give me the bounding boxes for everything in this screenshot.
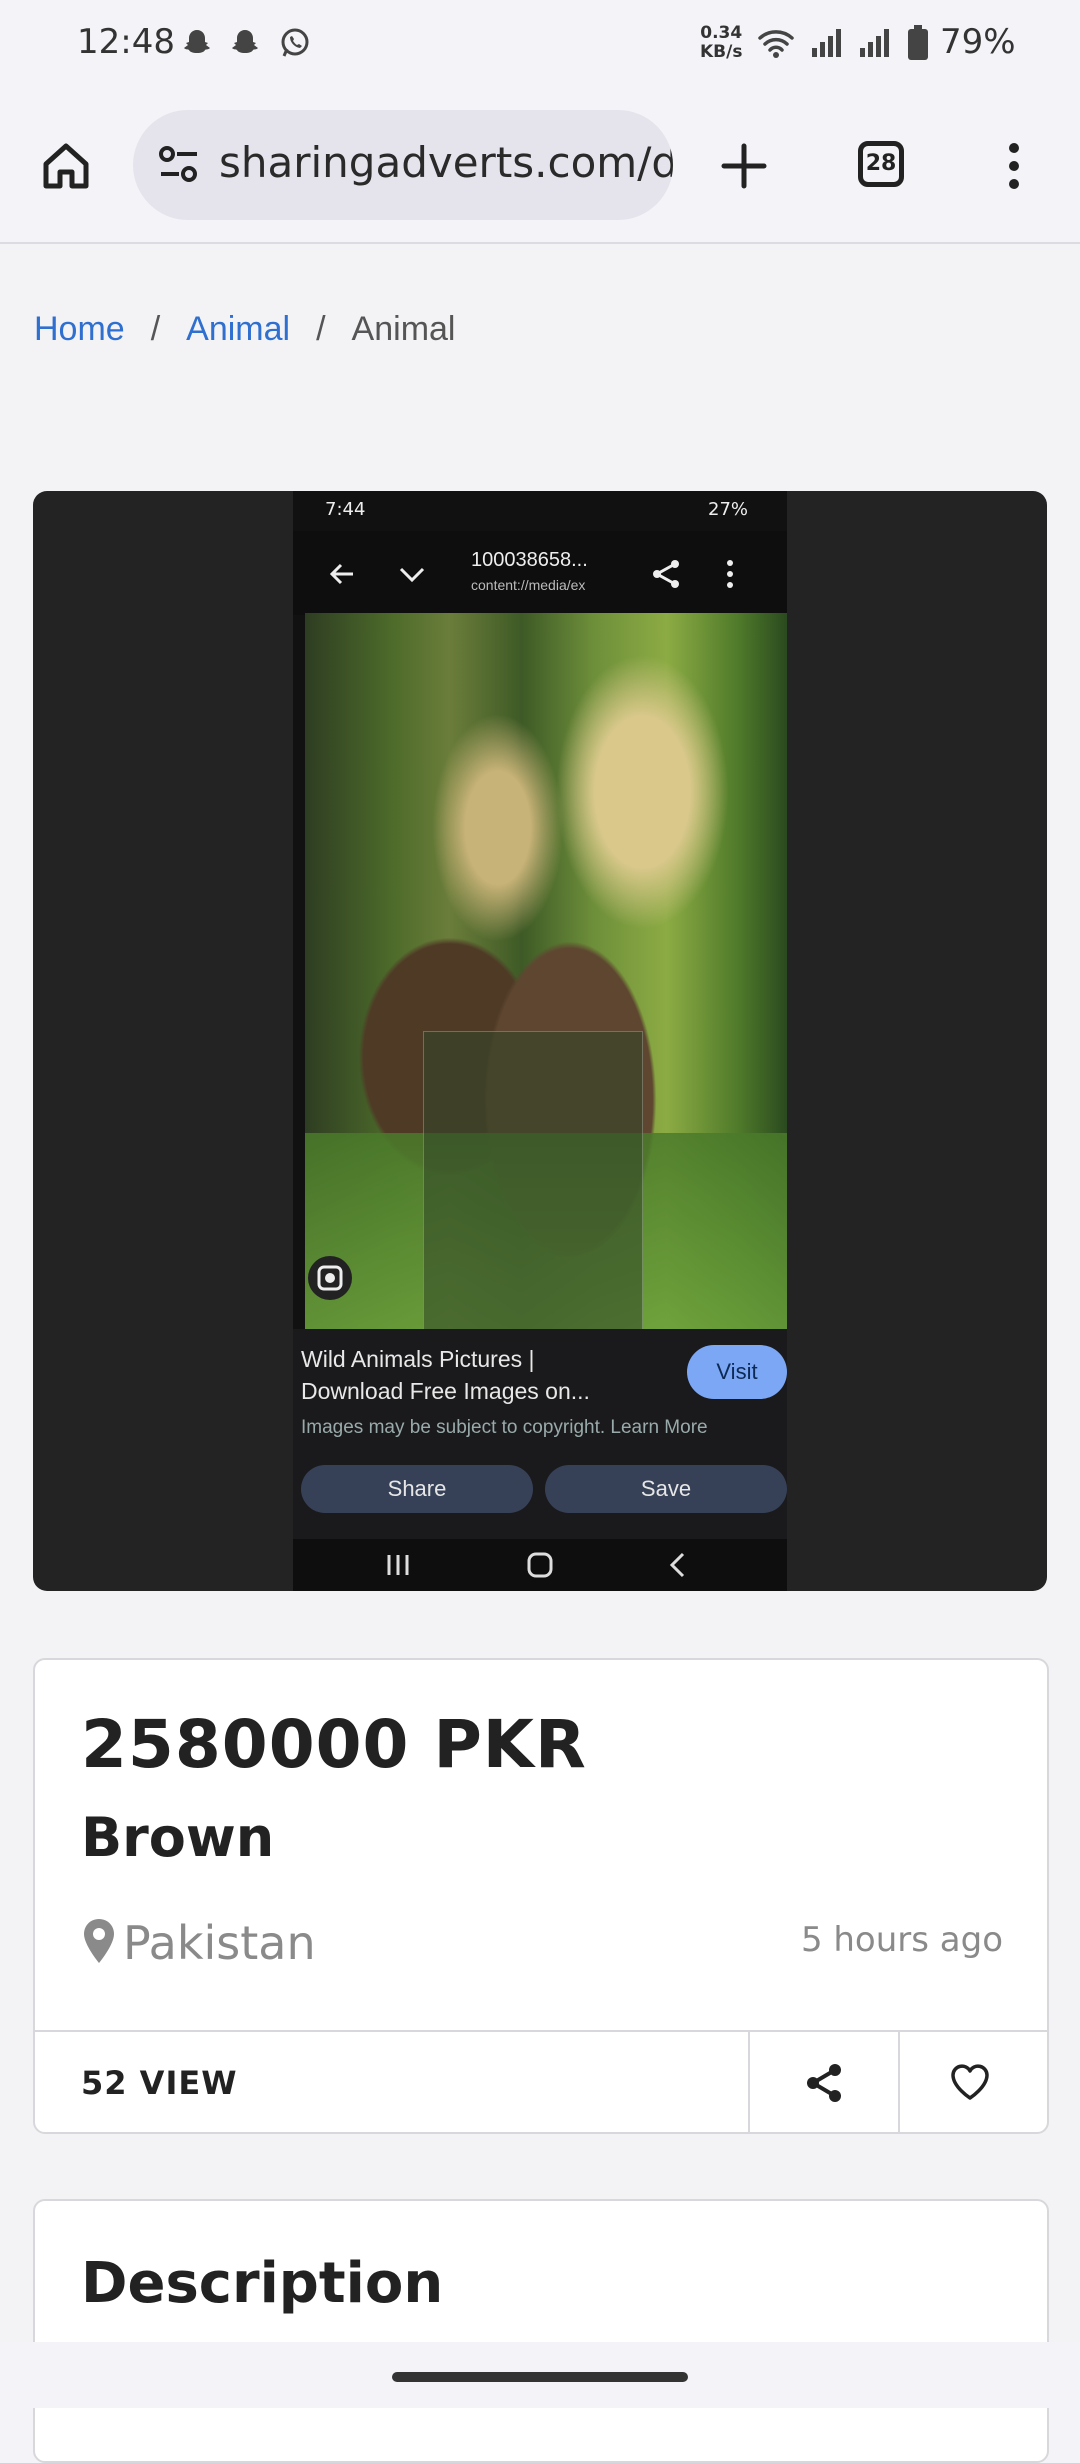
more-menu-icon	[727, 560, 733, 588]
network-speed: 0.34 KB/s	[700, 23, 743, 62]
description-heading: Description	[81, 2251, 444, 2316]
back-nav-icon	[669, 1552, 685, 1578]
home-nav-icon	[527, 1552, 553, 1578]
more-menu-icon[interactable]	[1000, 140, 1028, 192]
chevron-down-icon	[399, 567, 425, 583]
listing-price: 2580000 PKR	[81, 1706, 587, 1783]
posted-time: 5 hours ago	[800, 1920, 1003, 1960]
breadcrumb: Home / Animal / Animal	[34, 310, 455, 349]
visit-button: Visit	[687, 1345, 787, 1399]
description-card: Description	[33, 2199, 1049, 2463]
listing-image-panel[interactable]: 7:44 27% 100038658... content://media/ex…	[33, 491, 1047, 1591]
embedded-viewer-toolbar: 100038658... content://media/ex	[293, 531, 787, 615]
listing-image: 7:44 27% 100038658... content://media/ex…	[293, 491, 787, 1591]
battery-icon	[908, 25, 928, 60]
wifi-icon	[758, 30, 794, 58]
home-indicator[interactable]	[392, 2372, 688, 2382]
share-button: Share	[301, 1465, 533, 1513]
status-bar: 12:48 0.34 KB/s 79%	[0, 0, 1080, 90]
embedded-nav-bar	[293, 1539, 787, 1591]
breadcrumb-separator: /	[316, 310, 326, 348]
embedded-result-panel: Wild Animals Pictures | Download Free Im…	[293, 1329, 787, 1539]
breadcrumb-current: Animal	[351, 310, 456, 348]
address-bar[interactable]: sharingadverts.com/d	[133, 110, 673, 220]
snapchat-icon	[232, 30, 258, 53]
back-arrow-icon	[329, 563, 353, 585]
new-tab-icon[interactable]	[718, 140, 770, 192]
url-text: sharingadverts.com/d	[219, 138, 673, 187]
nested-screenshot	[423, 1031, 643, 1363]
home-icon[interactable]	[40, 140, 92, 192]
breadcrumb-separator: /	[150, 310, 161, 348]
breadcrumb-home-link[interactable]: Home	[34, 310, 125, 348]
listing-title: Brown	[81, 1806, 275, 1869]
signal-icon	[812, 29, 841, 57]
share-icon	[653, 560, 679, 588]
battery-percent: 79%	[940, 22, 1016, 62]
whatsapp-icon	[281, 28, 309, 57]
view-count: 52 VIEW	[81, 2064, 238, 2102]
embedded-status-bar: 7:44 27%	[325, 499, 749, 520]
heart-icon[interactable]	[949, 2062, 991, 2102]
site-settings-icon[interactable]	[157, 144, 201, 186]
lens-icon	[308, 1256, 352, 1300]
share-icon[interactable]	[803, 2062, 845, 2104]
listing-card: 2580000 PKR Brown Pakistan 5 hours ago 5…	[33, 1658, 1049, 2134]
breadcrumb-animal-link[interactable]: Animal	[186, 310, 290, 348]
tab-switcher-button[interactable]: 28	[858, 141, 904, 187]
signal-icon	[860, 29, 889, 57]
recents-icon	[387, 1555, 409, 1575]
save-button: Save	[545, 1465, 787, 1513]
snapchat-icon	[184, 30, 210, 53]
location-pin-icon	[84, 1919, 114, 1963]
status-time: 12:48	[77, 22, 175, 62]
listing-location: Pakistan	[81, 1916, 316, 1970]
